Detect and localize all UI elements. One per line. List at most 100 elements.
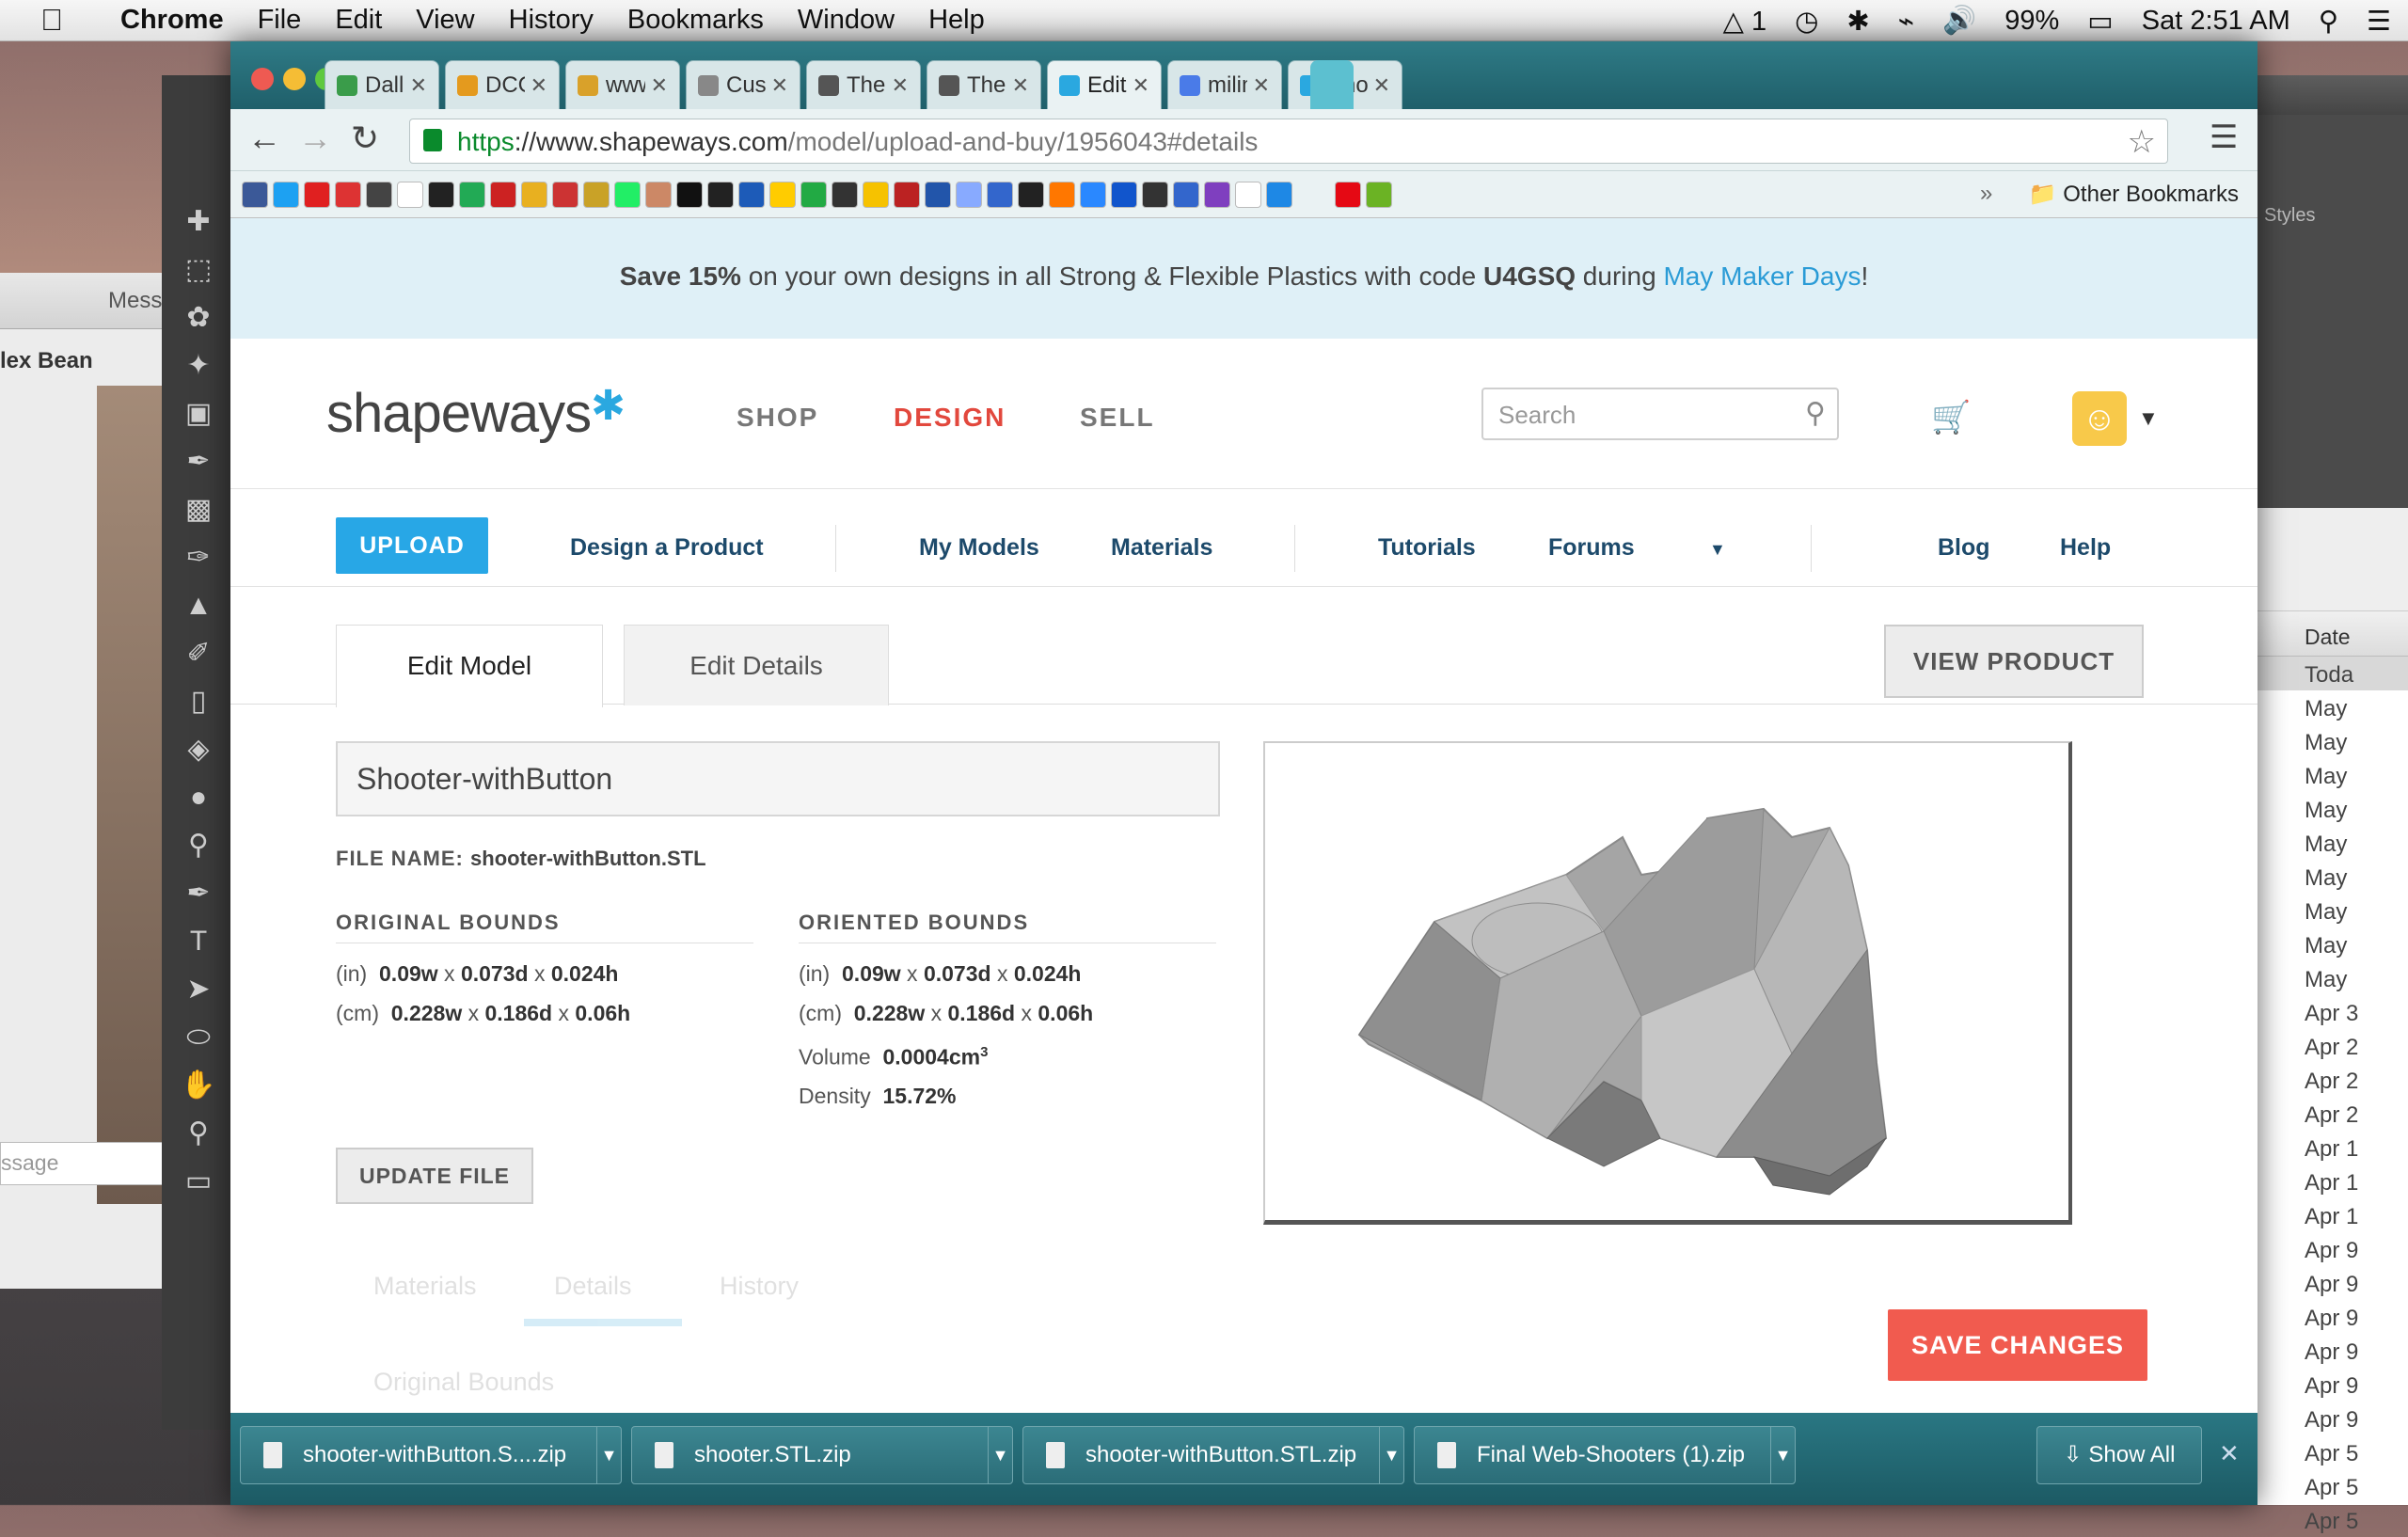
messages-contact[interactable]: lex Bean <box>0 339 174 384</box>
finder-date-row[interactable]: Apr 1 <box>2253 1165 2408 1198</box>
finder-date-row[interactable]: Toda <box>2253 657 2408 690</box>
reload-icon[interactable]: ↻ <box>351 119 379 158</box>
bookmark-star-icon[interactable]: ☆ <box>2128 123 2156 161</box>
brush-tool-icon[interactable]: ✑ <box>162 533 235 581</box>
upload-button[interactable]: UPLOAD <box>336 517 488 574</box>
promo-link[interactable]: May Maker Days <box>1663 261 1861 291</box>
finder-date-row[interactable]: Apr 2 <box>2253 1063 2408 1097</box>
download-item[interactable]: shooter-withButton.S....zip ▼ <box>240 1426 622 1484</box>
finder-date-row[interactable]: Apr 9 <box>2253 1334 2408 1368</box>
forward-icon[interactable]: → <box>298 119 332 158</box>
move-tool-icon[interactable]: ✚ <box>162 198 235 246</box>
bookmark-favicon-icon[interactable] <box>552 182 578 208</box>
tutorials-link[interactable]: Tutorials <box>1378 534 1476 562</box>
finder-date-row[interactable]: Apr 2 <box>2253 1029 2408 1063</box>
crop-tool-icon[interactable]: ▣ <box>162 389 235 437</box>
type-tool-icon[interactable]: T <box>162 917 235 965</box>
bookmark-favicon-icon[interactable] <box>521 182 547 208</box>
path-select-icon[interactable]: ➤ <box>162 965 235 1013</box>
back-icon[interactable]: ← <box>247 119 281 158</box>
show-all-downloads-button[interactable]: ⇩ Show All <box>2036 1426 2202 1484</box>
battery-status[interactable]: 99% <box>2004 6 2059 37</box>
clock[interactable]: Sat 2:51 AM <box>2142 6 2290 37</box>
finder-date-row[interactable]: Apr 9 <box>2253 1266 2408 1300</box>
finder-date-row[interactable]: Apr 2 <box>2253 1097 2408 1131</box>
bookmark-favicon-icon[interactable] <box>397 182 423 208</box>
apple-icon[interactable]:  <box>0 3 103 38</box>
zoom-tool-icon[interactable]: ⚲ <box>162 1109 235 1157</box>
bookmark-favicon-icon[interactable] <box>1142 182 1168 208</box>
design-a-product-link[interactable]: Design a Product <box>570 534 764 562</box>
download-menu-caret-icon[interactable]: ▼ <box>1379 1426 1403 1484</box>
notification-center-icon[interactable]: ☰ <box>2367 5 2391 38</box>
bookmark-favicon-icon[interactable] <box>987 182 1013 208</box>
wifi-icon[interactable]: ⌁ <box>1898 5 1914 38</box>
browser-tab[interactable]: Custom P✕ <box>686 60 800 109</box>
bookmark-favicon-icon[interactable] <box>769 182 796 208</box>
message-input[interactable]: ssage <box>0 1142 174 1185</box>
close-tab-icon[interactable]: ✕ <box>1133 73 1149 98</box>
bucket-tool-icon[interactable]: ◈ <box>162 725 235 773</box>
tab-edit-model[interactable]: Edit Model <box>336 625 603 707</box>
save-changes-button[interactable]: SAVE CHANGES <box>1888 1309 2147 1381</box>
update-file-button[interactable]: UPDATE FILE <box>336 1148 533 1204</box>
lasso-tool-icon[interactable]: ✿ <box>162 293 235 341</box>
bookmark-favicon-icon[interactable] <box>645 182 672 208</box>
bookmark-favicon-icon[interactable] <box>459 182 485 208</box>
close-tab-icon[interactable]: ✕ <box>892 73 909 98</box>
browser-tab[interactable]: Dallas Co✕ <box>325 60 439 109</box>
hand-tool-icon[interactable]: ✋ <box>162 1061 235 1109</box>
download-item[interactable]: shooter.STL.zip ▼ <box>631 1426 1013 1484</box>
dodge-tool-icon[interactable]: ⚲ <box>162 821 235 869</box>
browser-tab[interactable]: DCCCD H✕ <box>445 60 560 109</box>
menu-bookmarks[interactable]: Bookmarks <box>610 5 781 36</box>
bookmark-favicon-icon[interactable] <box>956 182 982 208</box>
close-tab-icon[interactable]: ✕ <box>531 73 547 98</box>
menu-view[interactable]: View <box>399 5 491 36</box>
volume-icon[interactable]: 🔊 <box>1942 5 1976 37</box>
pen-tool-icon[interactable]: ✒ <box>162 869 235 917</box>
bookmark-favicon-icon[interactable] <box>925 182 951 208</box>
finder-date-row[interactable]: Apr 3 <box>2253 995 2408 1029</box>
finder-date-row[interactable]: Apr 1 <box>2253 1198 2408 1232</box>
bookmark-favicon-icon[interactable] <box>1018 182 1044 208</box>
new-tab-button[interactable] <box>1310 60 1354 109</box>
menu-history[interactable]: History <box>492 5 610 36</box>
browser-tab[interactable]: milimeter✕ <box>1167 60 1282 109</box>
bookmark-favicon-icon[interactable] <box>894 182 920 208</box>
model-3d-viewer[interactable] <box>1263 741 2072 1225</box>
bluetooth-icon[interactable]: ✱ <box>1846 5 1869 38</box>
user-menu-caret-icon[interactable]: ▼ <box>2138 406 2159 431</box>
spotlight-icon[interactable]: ⚲ <box>2319 5 2338 38</box>
close-downloads-icon[interactable]: ✕ <box>2219 1439 2240 1468</box>
bookmark-favicon-icon[interactable] <box>304 182 330 208</box>
chrome-menu-icon[interactable]: ☰ <box>2210 119 2238 156</box>
finder-date-row[interactable]: Apr 5 <box>2253 1435 2408 1469</box>
bookmark-favicon-icon[interactable] <box>800 182 827 208</box>
bookmark-favicon-icon[interactable] <box>242 182 268 208</box>
browser-tab[interactable]: The Amaz✕ <box>927 60 1041 109</box>
shapeways-logo[interactable]: shapeways✱ <box>326 382 626 445</box>
close-tab-icon[interactable]: ✕ <box>651 73 668 98</box>
bookmark-favicon-icon[interactable] <box>1204 182 1230 208</box>
bookmark-favicon-icon[interactable] <box>1080 182 1106 208</box>
finder-date-header[interactable]: Date <box>2253 611 2408 657</box>
finder-date-row[interactable]: May <box>2253 927 2408 961</box>
cart-icon[interactable]: 🛒 <box>1931 399 1971 436</box>
battery-icon[interactable]: ▭ <box>2087 5 2113 38</box>
patch-tool-icon[interactable]: ▩ <box>162 485 235 533</box>
finder-date-row[interactable]: May <box>2253 961 2408 995</box>
bookmark-favicon-icon[interactable] <box>1335 182 1361 208</box>
finder-date-row[interactable]: Apr 9 <box>2253 1402 2408 1435</box>
finder-date-row[interactable]: May <box>2253 894 2408 927</box>
bookmark-favicon-icon[interactable] <box>832 182 858 208</box>
finder-date-row[interactable]: May <box>2253 724 2408 758</box>
other-bookmarks[interactable]: 📁 Other Bookmarks <box>2029 181 2239 208</box>
browser-tab[interactable]: www.utda✕ <box>565 60 680 109</box>
bookmark-favicon-icon[interactable] <box>614 182 641 208</box>
blur-tool-icon[interactable]: ● <box>162 773 235 821</box>
finder-date-row[interactable]: Apr 9 <box>2253 1300 2408 1334</box>
stamp-tool-icon[interactable]: ▲ <box>162 581 235 629</box>
faded-tab-history[interactable]: History <box>720 1272 799 1301</box>
eyedropper-icon[interactable]: ✒ <box>162 437 235 485</box>
